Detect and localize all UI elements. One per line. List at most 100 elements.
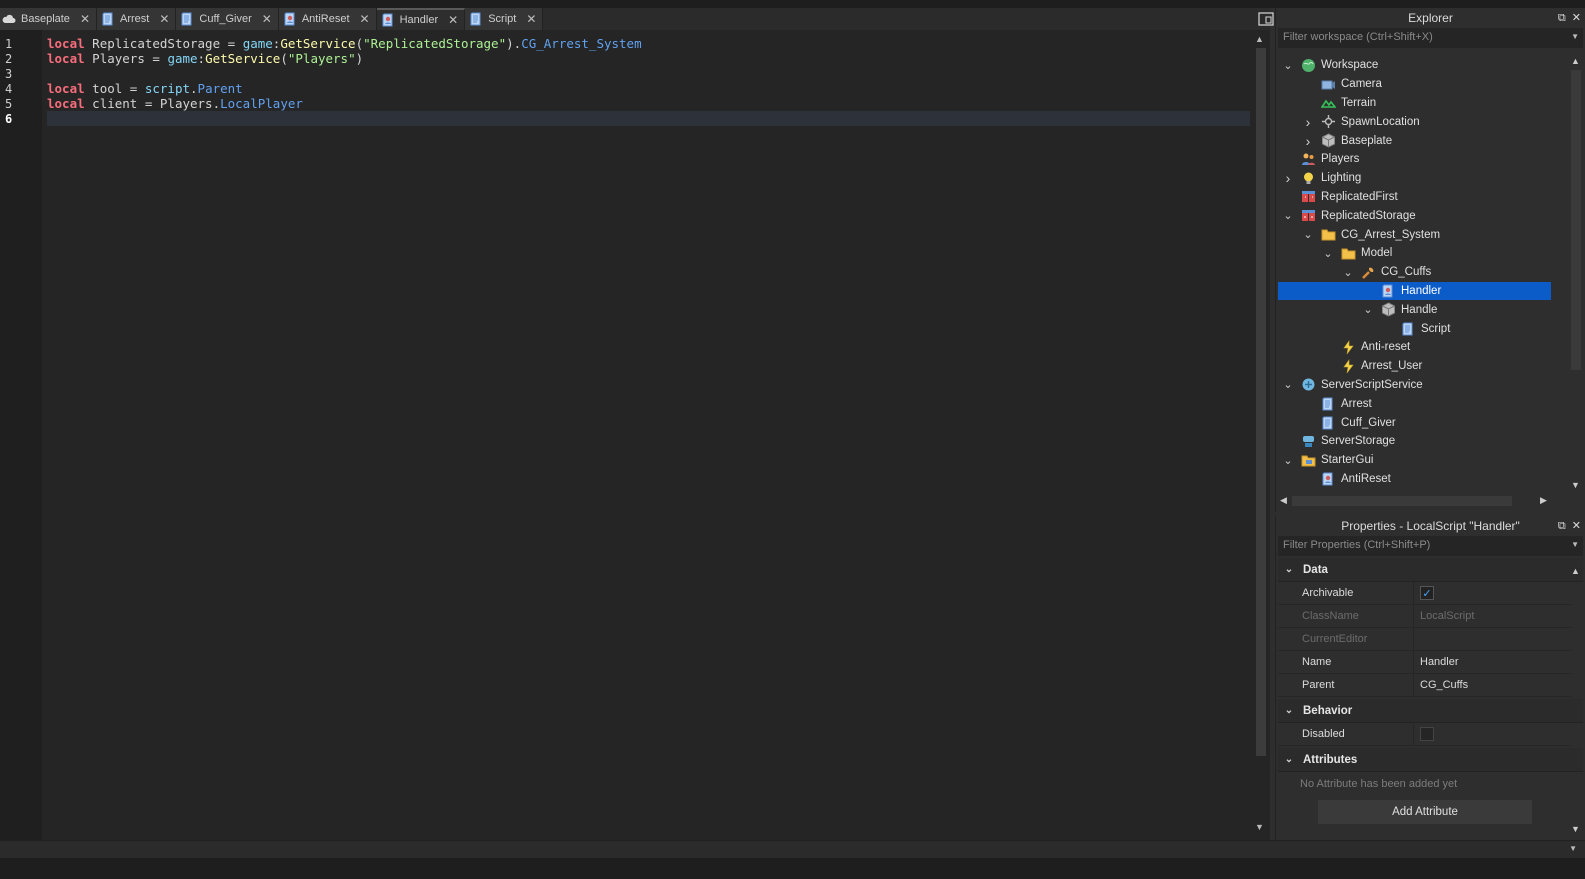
command-bar[interactable]: ▼ — [0, 840, 1585, 858]
layout-toggle-icon[interactable] — [1258, 11, 1274, 27]
close-tab-icon[interactable]: ✕ — [448, 13, 458, 27]
tree-item-players[interactable]: Players — [1278, 150, 1551, 169]
scroll-down-arrow-icon[interactable]: ▼ — [1571, 824, 1580, 834]
tree-item-terrain[interactable]: Terrain — [1278, 94, 1551, 113]
remote-event-icon — [1340, 339, 1356, 355]
explorer-scroll-thumb[interactable] — [1571, 70, 1581, 370]
tab-handler[interactable]: Handler ✕ — [376, 8, 466, 30]
prop-disabled[interactable]: Disabled — [1278, 723, 1571, 746]
add-attribute-button[interactable]: Add Attribute — [1318, 800, 1532, 824]
chevron-right-icon[interactable]: › — [1282, 170, 1294, 186]
editor-scrollbar[interactable]: ▲ ▼ — [1254, 34, 1268, 834]
tree-item-replicatedfirst[interactable]: ReplicatedFirst — [1278, 188, 1551, 207]
scroll-up-arrow-icon[interactable]: ▲ — [1571, 566, 1580, 576]
players-icon — [1300, 151, 1316, 167]
chevron-down-icon[interactable]: ⌄ — [1362, 303, 1374, 316]
tab-baseplate[interactable]: Baseplate ✕ — [0, 8, 97, 30]
editor-scroll-thumb[interactable] — [1256, 48, 1266, 756]
close-tab-icon[interactable]: ✕ — [360, 12, 370, 26]
tree-item-antireset[interactable]: AntiReset — [1278, 470, 1551, 489]
chevron-right-icon[interactable]: › — [1302, 114, 1314, 130]
tab-antireset[interactable]: AntiReset ✕ — [278, 8, 377, 30]
properties-filter-input[interactable]: Filter Properties (Ctrl+Shift+P) ▼ — [1278, 536, 1583, 556]
tree-item-serverscriptservice[interactable]: ⌄ ServerScriptService — [1278, 376, 1551, 395]
tree-item-serverstorage[interactable]: ServerStorage — [1278, 432, 1551, 451]
code-line[interactable]: ​ — [47, 111, 1250, 126]
scroll-up-arrow-icon[interactable]: ▲ — [1255, 34, 1264, 44]
code-line[interactable]: local tool = script.Parent — [47, 81, 1250, 96]
section-attributes[interactable]: ⌄ Attributes — [1278, 748, 1583, 772]
scroll-right-arrow-icon[interactable]: ▶ — [1540, 495, 1547, 506]
tab-script[interactable]: Script ✕ — [465, 8, 544, 30]
close-tab-icon[interactable]: ✕ — [80, 12, 90, 26]
code-area[interactable]: local ReplicatedStorage = game:GetServic… — [47, 36, 1250, 126]
explorer-hscrollbar[interactable]: ◀ ▶ — [1278, 494, 1568, 508]
scroll-up-arrow-icon[interactable]: ▲ — [1571, 56, 1580, 66]
explorer-tree[interactable]: ⌄ Workspace Camera Terrain › SpawnLocation › Ba… — [1278, 56, 1551, 492]
tree-item-script[interactable]: Script — [1278, 319, 1551, 338]
tree-item-handle[interactable]: ⌄ Handle — [1278, 300, 1551, 319]
name-value-field[interactable]: Handler — [1414, 651, 1459, 673]
tree-item-handler[interactable]: Handler — [1278, 281, 1551, 301]
filter-dropdown-icon[interactable]: ▼ — [1571, 32, 1579, 41]
tree-item-startergui[interactable]: ⌄ StarterGui — [1278, 451, 1551, 470]
close-icon[interactable]: ✕ — [1572, 520, 1581, 532]
tree-item-anti-reset[interactable]: Anti-reset — [1278, 338, 1551, 357]
explorer-hscroll-thumb[interactable] — [1292, 496, 1512, 506]
tree-item-camera[interactable]: Camera — [1278, 75, 1551, 94]
code-line[interactable]: local ReplicatedStorage = game:GetServic… — [47, 36, 1250, 51]
disabled-checkbox[interactable] — [1420, 727, 1434, 741]
tree-item-workspace[interactable]: ⌄ Workspace — [1278, 56, 1551, 75]
archivable-checkbox[interactable]: ✓ — [1420, 586, 1434, 600]
prop-parent[interactable]: Parent CG_Cuffs — [1278, 674, 1571, 697]
explorer-filter-input[interactable]: Filter workspace (Ctrl+Shift+X) ▼ — [1278, 28, 1583, 48]
close-tab-icon[interactable]: ✕ — [262, 12, 272, 26]
tree-item-spawnlocation[interactable]: › SpawnLocation — [1278, 112, 1551, 131]
chevron-right-icon[interactable]: › — [1302, 133, 1314, 149]
section-data[interactable]: ⌄ Data — [1278, 558, 1583, 582]
scroll-left-arrow-icon[interactable]: ◀ — [1280, 495, 1287, 506]
camera-icon — [1320, 76, 1336, 92]
properties-scrollbar[interactable]: ▲ ▼ — [1569, 562, 1583, 838]
prop-name-row[interactable]: Name Handler — [1278, 651, 1571, 674]
chevron-down-icon[interactable]: ⌄ — [1282, 454, 1294, 467]
tree-item-lighting[interactable]: › Lighting — [1278, 169, 1551, 188]
script-editor[interactable]: 123456 local ReplicatedStorage = game:Ge… — [0, 30, 1270, 848]
code-line[interactable]: local Players = game:GetService("Players… — [47, 51, 1250, 66]
tab-cuff-giver[interactable]: Cuff_Giver ✕ — [176, 8, 279, 30]
tree-item-cg-cuffs[interactable]: ⌄ CG_Cuffs — [1278, 263, 1551, 282]
chevron-down-icon[interactable]: ⌄ — [1282, 378, 1294, 391]
parent-value-field[interactable]: CG_Cuffs — [1414, 674, 1468, 696]
close-tab-icon[interactable]: ✕ — [526, 12, 536, 26]
chevron-down-icon[interactable]: ⌄ — [1342, 266, 1354, 279]
section-behavior[interactable]: ⌄ Behavior — [1278, 699, 1583, 723]
chevron-down-icon[interactable]: ⌄ — [1282, 209, 1294, 222]
tree-item-cg-arrest-system[interactable]: ⌄ CG_Arrest_System — [1278, 225, 1551, 244]
close-tab-icon[interactable]: ✕ — [159, 12, 169, 26]
tree-item-arrest-user[interactable]: Arrest_User — [1278, 357, 1551, 376]
tab-arrest[interactable]: Arrest ✕ — [97, 8, 177, 30]
chevron-down-icon[interactable]: ⌄ — [1302, 228, 1314, 241]
prop-archivable[interactable]: Archivable ✓ — [1278, 582, 1571, 605]
chevron-down-icon[interactable]: ⌄ — [1282, 59, 1294, 72]
close-icon[interactable]: ✕ — [1572, 12, 1581, 24]
scroll-down-arrow-icon[interactable]: ▼ — [1255, 822, 1264, 832]
explorer-scrollbar[interactable]: ▲ ▼ — [1569, 56, 1583, 492]
filter-dropdown-icon[interactable]: ▼ — [1571, 540, 1579, 549]
chevron-down-icon[interactable]: ⌄ — [1322, 247, 1334, 260]
scroll-down-arrow-icon[interactable]: ▼ — [1571, 480, 1580, 490]
tree-item-arrest[interactable]: Arrest — [1278, 394, 1551, 413]
tree-item-cuff-giver[interactable]: Cuff_Giver — [1278, 413, 1551, 432]
tree-item-baseplate[interactable]: › Baseplate — [1278, 131, 1551, 150]
undock-icon[interactable]: ⧉ — [1558, 12, 1566, 24]
command-dropdown-icon[interactable]: ▼ — [1569, 844, 1577, 853]
undock-icon[interactable]: ⧉ — [1558, 520, 1566, 532]
prop-name: ClassName — [1278, 605, 1414, 627]
tree-item-label: ReplicatedStorage — [1321, 209, 1416, 222]
tree-item-replicatedstorage[interactable]: ⌄ ReplicatedStorage — [1278, 206, 1551, 225]
code-line[interactable]: ​ — [47, 66, 1250, 81]
code-line[interactable]: local client = Players.LocalPlayer — [47, 96, 1250, 111]
tree-item-model[interactable]: ⌄ Model — [1278, 244, 1551, 263]
server-script-service-icon — [1300, 377, 1316, 393]
line-number: 5 — [5, 97, 13, 111]
